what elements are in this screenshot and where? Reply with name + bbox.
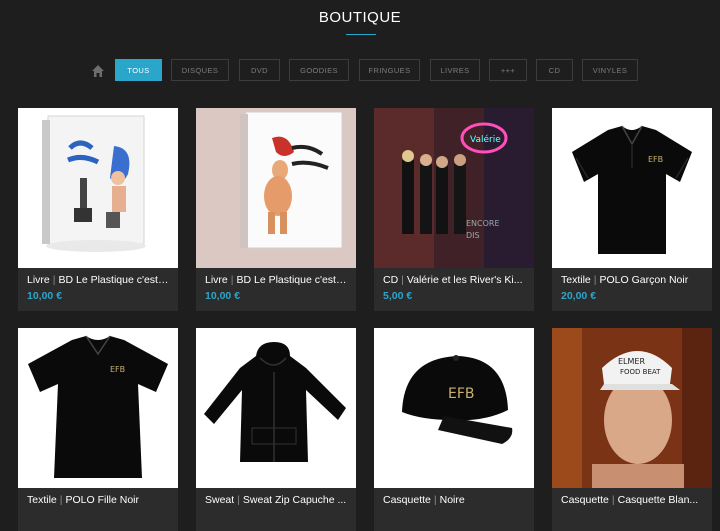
svg-text:Valérie: Valérie xyxy=(470,134,501,145)
product-title: POLO Garçon Noir xyxy=(599,274,689,286)
product-card[interactable]: Sweat | Sweat Zip Capuche ... xyxy=(196,328,356,531)
product-category: Casquette xyxy=(383,494,431,506)
filter-disques[interactable]: DISQUES xyxy=(171,59,229,81)
product-title: Sweat Zip Capuche ... xyxy=(242,494,347,506)
page-title: BOUTIQUE xyxy=(318,9,402,26)
svg-text:ENCORE: ENCORE xyxy=(466,219,500,228)
product-card[interactable]: EFB Textile | POLO Garçon Noir 20,00 € xyxy=(552,108,712,311)
product-name: Casquette | Noire xyxy=(383,494,465,506)
product-info: Livre | BD Le Plastique c'est ... 10,00 € xyxy=(196,268,356,311)
filter-vinyles[interactable]: VINYLES xyxy=(582,59,638,81)
product-price: 20,00 € xyxy=(561,290,597,302)
product-category: Textile xyxy=(561,274,591,286)
product-image[interactable]: Valérie ENCORE DIS xyxy=(374,108,534,268)
product-card[interactable]: EFB Casquette | Noire xyxy=(374,328,534,531)
product-category: Livre xyxy=(27,274,50,286)
product-name: Textile | POLO Garçon Noir xyxy=(561,274,689,286)
product-title: Noire xyxy=(439,494,465,506)
svg-text:EFB: EFB xyxy=(110,365,125,374)
product-price: 5,00 € xyxy=(383,290,413,302)
filter-dvd[interactable]: DVD xyxy=(239,59,280,81)
product-title: Casquette Blan... xyxy=(617,494,699,506)
product-image[interactable]: EFB xyxy=(18,328,178,488)
filter-tous[interactable]: TOUS xyxy=(115,59,162,81)
product-card[interactable]: Livre | BD Le Plastique c'est ... 10,00 € xyxy=(18,108,178,311)
svg-text:DIS: DIS xyxy=(466,231,480,240)
product-name: Textile | POLO Fille Noir xyxy=(27,494,140,506)
product-info: Textile | POLO Fille Noir xyxy=(18,488,178,531)
product-name: Casquette | Casquette Blan... xyxy=(561,494,699,506)
product-card[interactable]: ELMER FOOD BEAT Casquette | Casquette Blan… xyxy=(552,328,712,531)
product-image[interactable]: EFB xyxy=(552,108,712,268)
svg-text:ELMER: ELMER xyxy=(618,357,645,366)
product-name: Livre | BD Le Plastique c'est ... xyxy=(205,274,347,286)
product-info: CD | Valérie et les River's Ki... 5,00 € xyxy=(374,268,534,311)
product-category: Textile xyxy=(27,494,57,506)
product-category: CD xyxy=(383,274,399,286)
product-title: POLO Fille Noir xyxy=(65,494,140,506)
svg-text:EFB: EFB xyxy=(648,155,663,164)
product-title: BD Le Plastique c'est ... xyxy=(236,274,348,286)
filter-cd[interactable]: CD xyxy=(536,59,573,81)
filter-goodies[interactable]: GOODIES xyxy=(289,59,349,81)
svg-text:EFB: EFB xyxy=(448,386,475,402)
product-info: Textile | POLO Garçon Noir 20,00 € xyxy=(552,268,712,311)
product-info: Livre | BD Le Plastique c'est ... 10,00 € xyxy=(18,268,178,311)
product-name: Sweat | Sweat Zip Capuche ... xyxy=(205,494,347,506)
svg-text:FOOD BEAT: FOOD BEAT xyxy=(620,368,661,376)
filter-bar: TOUS DISQUES DVD GOODIES FRINGUES LIVRES… xyxy=(0,59,720,83)
product-image[interactable] xyxy=(18,108,178,268)
product-card[interactable]: Valérie ENCORE DIS CD | Valérie et les Riv… xyxy=(374,108,534,311)
product-image[interactable] xyxy=(196,328,356,488)
product-card[interactable]: EFB Textile | POLO Fille Noir xyxy=(18,328,178,531)
product-category: Casquette xyxy=(561,494,609,506)
product-category: Sweat xyxy=(205,494,235,506)
product-price: 10,00 € xyxy=(205,290,241,302)
home-icon[interactable] xyxy=(91,64,105,78)
product-category: Livre xyxy=(205,274,228,286)
product-price: 10,00 € xyxy=(27,290,63,302)
product-title: Valérie et les River's Ki... xyxy=(406,274,523,286)
product-info: Sweat | Sweat Zip Capuche ... xyxy=(196,488,356,531)
product-info: Casquette | Casquette Blan... xyxy=(552,488,712,531)
product-image[interactable]: ELMER FOOD BEAT xyxy=(552,328,712,488)
filter-fringues[interactable]: FRINGUES xyxy=(359,59,420,81)
product-image[interactable]: EFB xyxy=(374,328,534,488)
product-name: CD | Valérie et les River's Ki... xyxy=(383,274,523,286)
product-info: Casquette | Noire xyxy=(374,488,534,531)
product-image[interactable] xyxy=(196,108,356,268)
product-card[interactable]: Livre | BD Le Plastique c'est ... 10,00 € xyxy=(196,108,356,311)
product-title: BD Le Plastique c'est ... xyxy=(58,274,170,286)
title-underline xyxy=(346,34,376,35)
filter-livres[interactable]: LIVRES xyxy=(430,59,480,81)
product-name: Livre | BD Le Plastique c'est ... xyxy=(27,274,169,286)
filter-more[interactable]: +++ xyxy=(489,59,527,81)
